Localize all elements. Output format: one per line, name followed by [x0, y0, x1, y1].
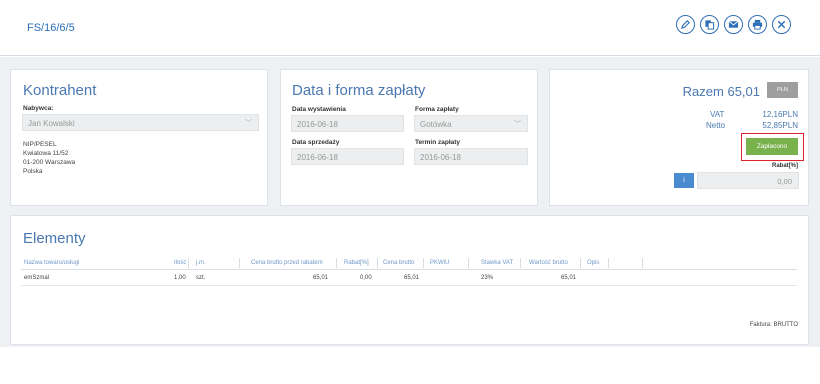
edit-button[interactable] — [676, 15, 695, 34]
column-header-value[interactable]: Wartość brutto — [529, 260, 568, 266]
payment-title: Data i forma zapłaty — [292, 82, 426, 99]
column-header-pkwiu[interactable]: PKWiU — [430, 260, 449, 266]
cell-value: 65,01 — [561, 275, 577, 281]
invoice-type: Faktura: BRUTTO — [749, 322, 798, 328]
chevron-down-icon: ﹀ — [245, 120, 252, 127]
printer-icon — [752, 19, 763, 30]
elements-title: Elementy — [23, 230, 86, 247]
pencil-icon — [680, 20, 690, 30]
column-separator — [423, 258, 424, 268]
country: Polska — [23, 168, 43, 175]
cell-qty: 1,00 — [174, 275, 186, 281]
paid-highlight: Zapłacono — [741, 133, 804, 161]
column-separator — [608, 258, 609, 268]
column-header-unit[interactable]: j.m. — [196, 260, 206, 266]
column-separator — [642, 258, 643, 268]
rabat-input[interactable]: 0,00 — [697, 172, 799, 189]
print-button[interactable] — [748, 15, 767, 34]
rabat-label: Rabat[%] — [771, 163, 798, 169]
kontrahent-title: Kontrahent — [23, 82, 97, 99]
payment-form-select[interactable]: Gotówka ﹀ — [414, 115, 528, 132]
info-button[interactable]: i — [674, 173, 694, 188]
total-label: Razem 65,01 — [682, 84, 760, 99]
table-header-divider — [21, 269, 797, 270]
copy-icon — [705, 20, 715, 30]
issue-date-field[interactable]: 2016-06-18 — [291, 115, 404, 132]
netto-label: Netto — [706, 121, 726, 130]
address-line2: 01-200 Warszawa — [23, 159, 76, 166]
column-separator — [468, 258, 469, 268]
currency-badge[interactable]: PLN — [767, 82, 798, 98]
duplicate-button[interactable] — [700, 15, 719, 34]
cell-name: emSzmal — [24, 275, 50, 281]
column-separator — [188, 258, 189, 268]
kontrahent-panel: Kontrahent Nabywca: Jan Kowalski ﹀ NIP/P… — [10, 69, 268, 206]
column-separator — [336, 258, 337, 268]
column-header-price-before[interactable]: Cena brutto przed rabatem — [251, 260, 323, 266]
close-button[interactable] — [772, 15, 791, 34]
column-header-name[interactable]: Nazwa towaru/usługi — [24, 260, 79, 266]
buyer-label: Nabywca: — [23, 105, 54, 112]
envelope-icon — [728, 20, 739, 28]
chevron-down-icon: ﹀ — [514, 121, 521, 128]
column-header-desc[interactable]: Opis — [587, 260, 599, 266]
column-separator — [580, 258, 581, 268]
payment-panel: Data i forma zapłaty Data wystawienia 20… — [280, 69, 538, 206]
address-line1: Kwiatowa 11/52 — [23, 150, 69, 157]
summary-panel: Razem 65,01 PLN VAT 12,16PLN Netto 52,85… — [549, 69, 809, 206]
cell-rabat: 0,00 — [360, 275, 372, 281]
column-separator — [377, 258, 378, 268]
due-date-label: Termin zapłaty — [415, 139, 461, 146]
email-button[interactable] — [724, 15, 743, 34]
cell-unit: szt. — [196, 275, 206, 281]
nip-label: NIP/PESEL — [23, 141, 57, 148]
document-number: FS/16/6/5 — [27, 22, 75, 34]
issue-date-label: Data wystawienia — [292, 106, 346, 113]
sale-date-field[interactable]: 2016-06-18 — [291, 148, 404, 165]
column-header-rabat[interactable]: Rabat[%] — [344, 260, 369, 266]
payment-form-value: Gotówka — [420, 120, 452, 129]
paid-button[interactable]: Zapłacono — [746, 138, 798, 155]
vat-value: 12,16PLN — [762, 110, 798, 119]
column-header-price[interactable]: Cena brutto — [383, 260, 414, 266]
netto-value: 52,85PLN — [762, 121, 798, 130]
buyer-value: Jan Kowalski — [28, 119, 75, 128]
column-header-vat[interactable]: Stawka VAT — [481, 260, 513, 266]
elements-panel: Elementy Nazwa towaru/usługi Ilość j.m. … — [10, 215, 809, 345]
close-icon — [777, 20, 786, 29]
row-divider — [21, 285, 797, 286]
buyer-select[interactable]: Jan Kowalski ﹀ — [22, 114, 259, 131]
sale-date-label: Data sprzedaży — [292, 139, 340, 146]
column-separator — [239, 258, 240, 268]
cell-price-before: 65,01 — [313, 275, 329, 281]
column-header-qty[interactable]: Ilość — [174, 260, 186, 266]
toolbar — [676, 15, 791, 34]
due-date-field[interactable]: 2016-06-18 — [414, 148, 528, 165]
top-bar: FS/16/6/5 — [0, 0, 820, 56]
cell-price: 65,01 — [404, 275, 420, 281]
payment-form-label: Forma zapłaty — [415, 106, 459, 113]
column-separator — [520, 258, 521, 268]
vat-label: VAT — [710, 110, 725, 119]
cell-vat: 23% — [481, 275, 494, 281]
